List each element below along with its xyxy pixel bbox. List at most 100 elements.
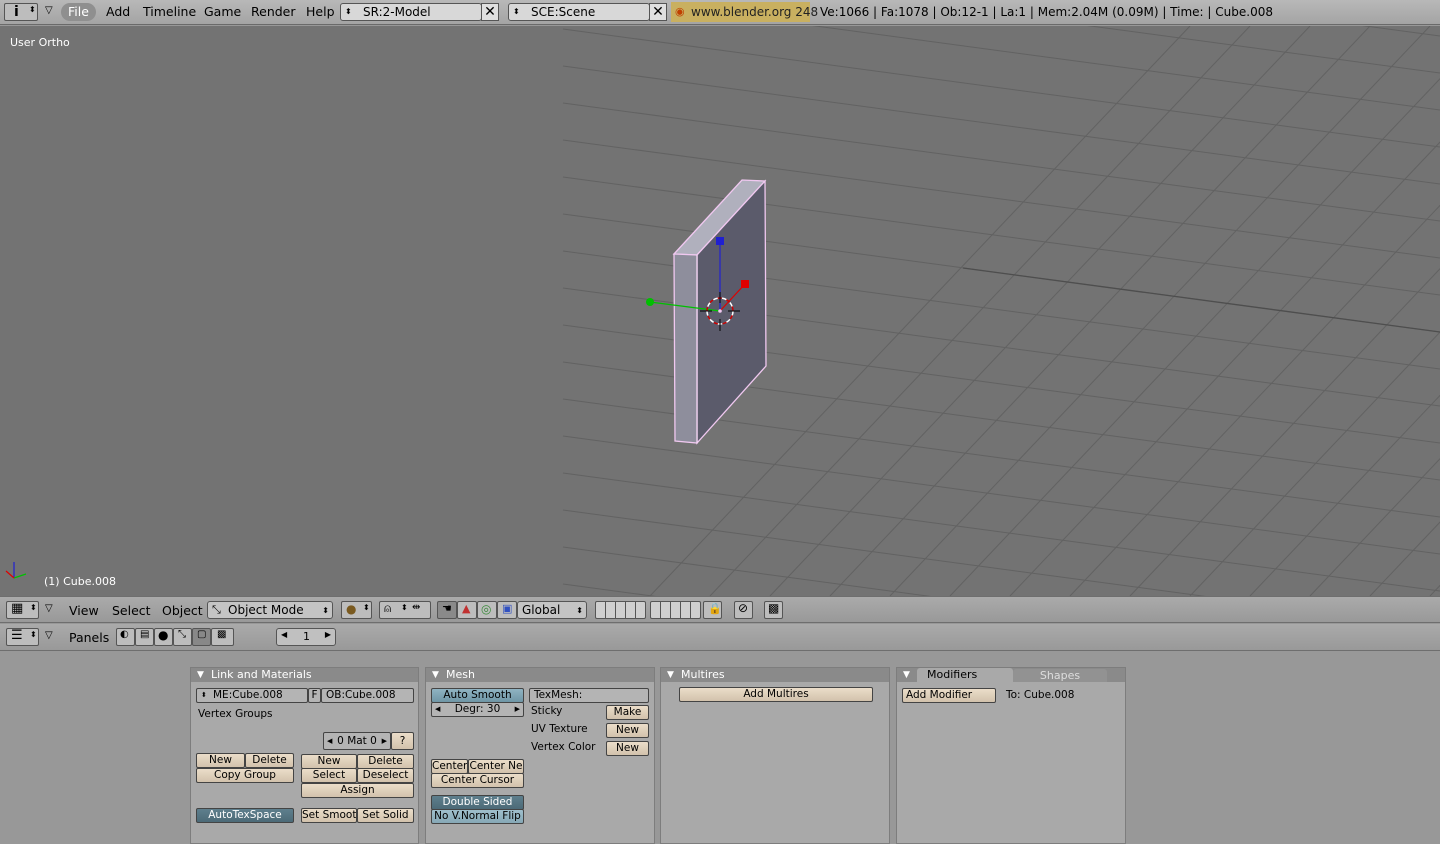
scene-stats: Ve:1066 | Fa:1078 | Ob:12-1 | La:1 | Mem… — [820, 5, 1273, 19]
window-type-info-button[interactable]: i ⬍ — [4, 3, 38, 21]
updown-arrows-icon: ⬍ — [30, 603, 37, 612]
transform-orientation-dropdown[interactable]: Global ⬍ — [517, 601, 587, 619]
editing-square-icon: ▢ — [197, 629, 207, 640]
uv-texture-new-button[interactable]: New — [606, 723, 649, 738]
material-help-button[interactable]: ? — [391, 732, 414, 750]
decrement-arrow-icon: ◀ — [435, 705, 441, 713]
center-cursor-button[interactable]: Center Cursor — [431, 773, 524, 788]
auto-smooth-toggle[interactable]: Auto Smooth — [431, 688, 524, 703]
layers-group-1[interactable] — [595, 601, 646, 619]
frame-value: 1 — [303, 630, 310, 643]
sticky-make-button[interactable]: Make — [606, 705, 649, 720]
center-button[interactable]: Center — [431, 759, 468, 774]
mesh-name[interactable]: ME:Cube.008 — [213, 689, 283, 701]
center-new-button[interactable]: Center Ne — [468, 759, 524, 774]
menu-object[interactable]: Object — [162, 603, 203, 618]
panel-header[interactable]: ▼ Multires — [661, 668, 889, 682]
collapse-menu-icon[interactable]: ▽ — [45, 630, 53, 641]
scene-browse-field[interactable]: ⬍ SCE:Scene — [508, 3, 650, 21]
double-sided-toggle[interactable]: Double Sided — [431, 795, 524, 810]
material-deselect-button[interactable]: Deselect — [357, 768, 414, 783]
panel-collapse-triangle-icon[interactable]: ▼ — [197, 668, 204, 682]
menu-view[interactable]: View — [69, 603, 99, 618]
screen-browse-field[interactable]: ⬍ SR:2-Model — [340, 3, 482, 21]
menu-timeline[interactable]: Timeline — [143, 4, 196, 19]
vertex-color-new-button[interactable]: New — [606, 741, 649, 756]
logic-context-button[interactable]: ◐ — [116, 628, 135, 646]
object-context-button[interactable]: ⤡ — [173, 628, 192, 646]
vgroup-delete-button[interactable]: Delete — [245, 753, 294, 768]
layers-group-2[interactable] — [650, 601, 701, 619]
vgroup-new-button[interactable]: New — [196, 753, 245, 768]
panel-header[interactable]: ▼ Link and Materials — [191, 668, 418, 682]
manipulator-z-handle[interactable] — [716, 237, 724, 245]
frame-number-field[interactable]: ◀ 1 ▶ — [276, 628, 336, 646]
material-assign-button[interactable]: Assign — [301, 783, 414, 798]
screen-name[interactable]: SR:2-Model — [363, 4, 431, 20]
scene-name[interactable]: SCE:Scene — [531, 4, 595, 20]
3d-view-header: ▦ ⬍ ▽ View Select Object ⤡ Object Mode ⬍… — [0, 596, 1440, 623]
delete-screen-close-icon[interactable]: ✕ — [481, 3, 499, 21]
auto-smooth-degree-field[interactable]: ◀ Degr: 30 ▶ — [431, 702, 524, 717]
collapse-menu-icon[interactable]: ▽ — [45, 603, 53, 614]
link-camera-button[interactable]: ⊘ — [734, 601, 753, 619]
shading-context-button[interactable]: ● — [154, 628, 173, 646]
delete-scene-close-icon[interactable]: ✕ — [649, 3, 667, 21]
autotexspace-toggle[interactable]: AutoTexSpace — [196, 808, 294, 823]
script-context-button[interactable]: ▤ — [135, 628, 154, 646]
draw-type-dropdown[interactable]: ● ⬍ — [341, 601, 372, 619]
panel-collapse-triangle-icon[interactable]: ▼ — [903, 668, 910, 682]
material-delete-button[interactable]: Delete — [357, 754, 414, 769]
lock-layers-button[interactable]: 🔒 — [703, 601, 722, 619]
panel-collapse-triangle-icon[interactable]: ▼ — [667, 668, 674, 682]
material-select-button[interactable]: Select — [301, 768, 357, 783]
3d-viewport[interactable]: User Ortho (1) Cube.008 — [0, 26, 1440, 596]
set-smooth-button[interactable]: Set Smoot — [301, 808, 357, 823]
copy-group-button[interactable]: Copy Group — [196, 768, 294, 783]
manipulator-x-handle[interactable] — [741, 280, 749, 288]
solid-sphere-icon: ● — [346, 602, 357, 616]
mode-dropdown[interactable]: ⤡ Object Mode ⬍ — [207, 601, 333, 619]
fake-user-button[interactable]: F — [308, 688, 321, 703]
panel-modifiers: ▼ Modifiers Shapes Add Modifier To: Cube… — [896, 667, 1126, 844]
menu-select[interactable]: Select — [112, 603, 151, 618]
menu-help[interactable]: Help — [306, 4, 335, 19]
material-new-button[interactable]: New — [301, 754, 357, 769]
menu-render[interactable]: Render — [251, 4, 296, 19]
updown-arrows-icon: ⬍ — [30, 630, 37, 639]
tab-shapes[interactable]: Shapes — [1013, 669, 1107, 682]
manipulator-toggle-button[interactable]: ☚ — [437, 601, 457, 619]
panel-multires: ▼ Multires Add Multires — [660, 667, 890, 844]
menu-add[interactable]: Add — [106, 4, 130, 19]
menu-panels[interactable]: Panels — [69, 630, 109, 645]
pivot-point-dropdown[interactable]: ⍝ ⬍ ⇹ — [379, 601, 431, 619]
blender-url: www.blender.org 248 — [691, 5, 819, 19]
panel-collapse-triangle-icon[interactable]: ▼ — [432, 668, 439, 682]
texmesh-field[interactable]: TexMesh: — [529, 688, 649, 703]
render-view-button[interactable]: ▩ — [764, 601, 783, 619]
manipulator-translate-button[interactable]: ▲ — [457, 601, 477, 619]
manipulator-rotate-button[interactable]: ◎ — [477, 601, 497, 619]
3d-scene-canvas[interactable] — [0, 26, 1440, 596]
menu-game[interactable]: Game — [204, 4, 241, 19]
panel-header[interactable]: ▼ Mesh — [426, 668, 654, 682]
window-type-3dview-button[interactable]: ▦ ⬍ — [6, 601, 39, 619]
scene-context-button[interactable]: ▩ — [211, 628, 234, 646]
add-modifier-button[interactable]: Add Modifier — [902, 688, 996, 703]
editing-context-button[interactable]: ▢ — [192, 628, 211, 646]
collapse-menu-icon[interactable]: ▽ — [45, 5, 53, 16]
manipulator-y-handle[interactable] — [646, 298, 654, 306]
tab-modifiers[interactable]: Modifiers — [917, 668, 1013, 682]
mesh-datablock-field[interactable]: ⬍ ME:Cube.008 — [196, 688, 308, 703]
window-type-buttons-button[interactable]: ☰ ⬍ — [6, 628, 39, 646]
manipulator-scale-button[interactable]: ▣ — [497, 601, 517, 619]
set-solid-button[interactable]: Set Solid — [357, 808, 414, 823]
panel-title: Mesh — [446, 668, 475, 681]
add-multires-button[interactable]: Add Multires — [679, 687, 873, 702]
menu-file[interactable]: File — [61, 3, 96, 21]
script-icon: ▤ — [140, 629, 150, 640]
material-index-field[interactable]: ◀ 0 Mat 0 ▶ — [323, 732, 391, 750]
object-name-field[interactable]: OB:Cube.008 — [321, 688, 414, 703]
sticky-label: Sticky — [531, 705, 563, 717]
no-vnormal-flip-toggle[interactable]: No V.Normal Flip — [431, 809, 524, 824]
